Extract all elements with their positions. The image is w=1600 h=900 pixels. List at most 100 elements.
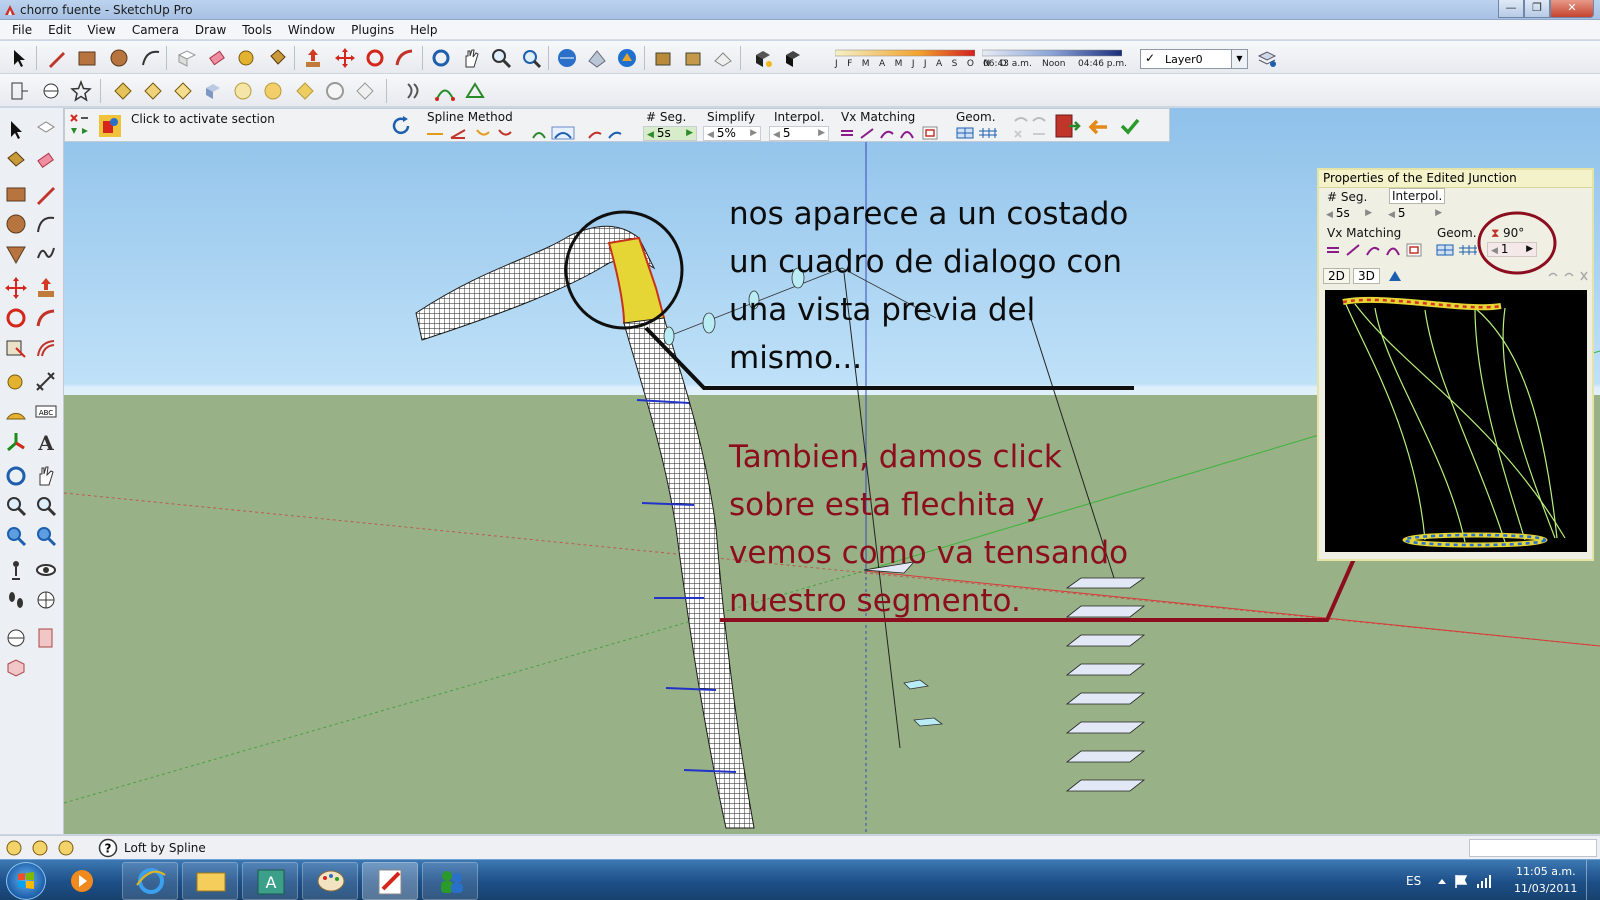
menu-draw[interactable]: Draw	[187, 20, 234, 39]
tape-tool-icon[interactable]	[4, 370, 28, 394]
sandbox-icon[interactable]	[712, 47, 734, 69]
text-tool-icon[interactable]: ABC	[34, 400, 58, 424]
menu-plugins[interactable]: Plugins	[343, 20, 402, 39]
menu-window[interactable]: Window	[280, 20, 343, 39]
taskbar-autocad-button[interactable]: A	[242, 862, 298, 900]
panel-interpol-decrease-icon[interactable]: ◀	[1385, 210, 1398, 220]
fog-toggle-icon[interactable]	[782, 47, 804, 69]
panel-seg-decrease-icon[interactable]: ◀	[1323, 210, 1336, 220]
dimension-tool-icon[interactable]	[34, 370, 58, 394]
circle-icon[interactable]	[108, 47, 130, 69]
loft-main-icon[interactable]	[97, 113, 123, 139]
panel-interpol-stepper[interactable]: ◀ 5 ▶	[1385, 207, 1445, 222]
zoom-tool-icon[interactable]	[4, 494, 28, 518]
time-slider[interactable]	[982, 48, 1122, 58]
offset-tool-icon[interactable]	[34, 336, 58, 360]
follow-me-icon[interactable]	[394, 47, 416, 69]
rotate-tool-icon[interactable]	[4, 306, 28, 330]
simplify-stepper[interactable]: ◀ 5% ▶	[703, 126, 761, 141]
axes-tool-icon[interactable]	[4, 430, 28, 454]
polygon-tool-icon[interactable]	[4, 242, 28, 266]
style-shaded-icon[interactable]	[202, 80, 224, 102]
taskbar-explorer-button[interactable]	[182, 862, 238, 900]
select-arrow-icon[interactable]	[8, 47, 30, 69]
zoom-window-tool-icon[interactable]	[34, 494, 58, 518]
chevron-down-icon[interactable]: ▼	[1231, 50, 1247, 68]
taskbar-paint-button[interactable]	[302, 862, 358, 900]
menu-view[interactable]: View	[79, 20, 123, 39]
move-icon[interactable]	[334, 47, 356, 69]
curve-tools-icon[interactable]	[464, 80, 486, 102]
confirm-check-icon[interactable]	[1117, 113, 1143, 139]
zoom-icon[interactable]	[490, 47, 512, 69]
section-display-icon[interactable]	[34, 626, 58, 650]
look-around-icon[interactable]	[34, 558, 58, 582]
menu-edit[interactable]: Edit	[40, 20, 79, 39]
eraser-tool-icon[interactable]	[34, 148, 58, 172]
shadows-toggle-icon[interactable]	[752, 47, 774, 69]
eraser-icon[interactable]	[206, 47, 228, 69]
google-earth-icon[interactable]	[616, 47, 638, 69]
select-tool-icon[interactable]	[4, 118, 28, 142]
measurements-box[interactable]	[1469, 839, 1597, 857]
panel-seg-stepper[interactable]: ◀ 5s ▶	[1323, 207, 1375, 222]
get-models-icon[interactable]	[556, 47, 578, 69]
interpol-stepper[interactable]: ◀ 5 ▶	[769, 126, 829, 141]
circle-tool-icon[interactable]	[4, 212, 28, 236]
section-plane-icon[interactable]	[8, 80, 30, 102]
maximize-button[interactable]: ❐	[1524, 0, 1550, 18]
layer-dropdown[interactable]: ✓ Layer0 ▼	[1140, 49, 1248, 69]
clock-date[interactable]: 11/03/2011	[1514, 882, 1577, 895]
orbit-icon[interactable]	[430, 47, 452, 69]
section-cut-icon[interactable]	[4, 656, 28, 680]
position-camera-icon[interactable]	[4, 558, 28, 582]
line-tool-icon[interactable]	[34, 182, 58, 206]
seg-increase-icon[interactable]: ▶	[683, 127, 696, 140]
help-icon[interactable]: ?	[98, 838, 118, 858]
walk-icon[interactable]	[40, 80, 62, 102]
triangle-up-icon[interactable]	[1387, 268, 1403, 284]
pan-hand-icon[interactable]	[460, 47, 482, 69]
interpol-increase-icon[interactable]: ▶	[815, 127, 828, 140]
section-tool-icon[interactable]	[34, 588, 58, 612]
rotate-icon[interactable]	[364, 47, 386, 69]
seg-decrease-icon[interactable]: ◀	[644, 130, 657, 140]
simplify-increase-icon[interactable]: ▶	[747, 127, 760, 140]
style-wireframe-icon[interactable]	[142, 80, 164, 102]
zoom-extents-tool-icon[interactable]	[34, 524, 58, 548]
seg-stepper[interactable]: ◀ 5s ▶	[643, 126, 697, 141]
language-indicator[interactable]: ES	[1406, 874, 1421, 888]
loft-status-icons[interactable]	[68, 112, 96, 140]
panel-seg-increase-icon[interactable]: ▶	[1362, 207, 1375, 220]
clock-time[interactable]: 11:05 a.m.	[1516, 865, 1576, 878]
3d-text-tool-icon[interactable]: A	[34, 430, 58, 454]
scale-tool-icon[interactable]	[4, 336, 28, 360]
spline-method-icons[interactable]	[425, 126, 635, 140]
simplify-decrease-icon[interactable]: ◀	[704, 130, 717, 140]
style-monochrome-icon[interactable]	[262, 80, 284, 102]
menu-tools[interactable]: Tools	[234, 20, 280, 39]
freehand-tool-icon[interactable]	[34, 242, 58, 266]
arc-icon[interactable]	[140, 47, 162, 69]
move-tool-icon[interactable]	[4, 276, 28, 300]
tray-icons[interactable]	[1434, 872, 1498, 890]
star-icon[interactable]	[70, 80, 92, 102]
style-xray-icon[interactable]	[112, 80, 134, 102]
rectangle-tool-icon[interactable]	[4, 182, 28, 206]
refresh-icon[interactable]	[389, 114, 413, 138]
menu-camera[interactable]: Camera	[124, 20, 187, 39]
taskbar-ie-button[interactable]	[122, 862, 178, 900]
pushpull-tool-icon[interactable]	[34, 276, 58, 300]
section-plane-tool-icon[interactable]	[4, 626, 28, 650]
previous-view-icon[interactable]	[4, 524, 28, 548]
component-attributes-icon[interactable]	[682, 47, 704, 69]
taskbar-sketchup-button[interactable]	[362, 862, 418, 900]
vx-matching-icons[interactable]	[839, 126, 943, 140]
status-icons[interactable]	[6, 839, 82, 857]
style-textures-icon[interactable]	[232, 80, 254, 102]
walk-tool-icon[interactable]	[4, 588, 28, 612]
arc-tool-icon[interactable]	[34, 212, 58, 236]
undo-redo-icons[interactable]	[1011, 113, 1051, 139]
interpol-decrease-icon[interactable]: ◀	[770, 130, 783, 140]
panel-geom-icons[interactable]	[1435, 242, 1479, 258]
